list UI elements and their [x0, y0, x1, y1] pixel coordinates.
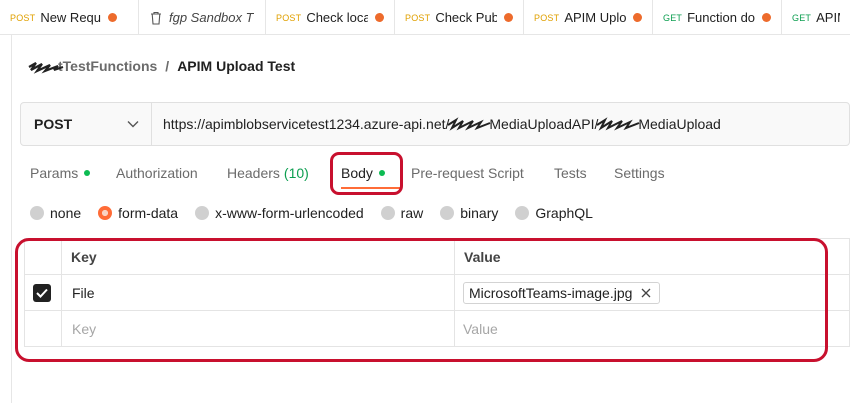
request-name[interactable]: APIM Upload Test [177, 58, 295, 74]
breadcrumb-separator: / [165, 58, 170, 74]
annotation-highlight-body [330, 152, 403, 195]
method-value: POST [34, 116, 73, 132]
url-input[interactable]: https://apimblobservicetest1234.azure-ap… [152, 103, 849, 145]
left-sidebar-edge [0, 0, 12, 403]
tab-apim-upload[interactable]: POST APIM Uplo [524, 0, 653, 34]
method-label: GET [663, 12, 683, 23]
method-label: POST [405, 12, 431, 23]
tab-pre-request-script[interactable]: Pre-request Script [411, 160, 554, 186]
body-type-selector: none form-data x-www-form-urlencoded raw… [30, 205, 610, 221]
tab-apim[interactable]: GET APIM [782, 0, 850, 34]
method-label: GET [792, 12, 812, 23]
tab-new-request[interactable]: POST New Requ [0, 0, 139, 34]
tab-title: Function do [687, 10, 755, 25]
tab-settings[interactable]: Settings [614, 160, 684, 186]
trash-icon [151, 11, 161, 25]
radio-circle [380, 206, 395, 220]
tab-title: New Requ [40, 10, 102, 25]
tab-authorization[interactable]: Authorization [116, 160, 227, 186]
request-url-bar: POST https://apimblobservicetest1234.azu… [20, 102, 850, 146]
redaction-scribble [28, 62, 64, 74]
unsaved-dot [108, 13, 118, 22]
tab-title: fgp Sandbox T [169, 10, 254, 25]
radio-circle [515, 206, 530, 220]
chevron-down-icon [127, 121, 139, 128]
radio-graphql[interactable]: GraphQL [515, 205, 593, 221]
tab-tests[interactable]: Tests [554, 160, 614, 186]
radio-form-data[interactable]: form-data [98, 205, 178, 221]
unsaved-dot [504, 13, 513, 22]
method-label: POST [534, 12, 560, 23]
radio-binary[interactable]: binary [440, 205, 498, 221]
tab-headers[interactable]: Headers (10) [227, 160, 341, 186]
breadcrumb: tTestFunctions / APIM Upload Test [28, 58, 295, 74]
redaction-scribble [447, 117, 491, 131]
tab-check-pub[interactable]: POST Check Pub [395, 0, 524, 34]
tab-function-download[interactable]: GET Function do [653, 0, 782, 34]
radio-raw[interactable]: raw [380, 205, 423, 221]
redaction-scribble [596, 117, 640, 131]
request-tab-bar: POST New Requ fgp Sandbox T POST Check l… [0, 0, 850, 35]
tab-title: Check Pub [435, 10, 497, 25]
unsaved-dot [633, 13, 642, 22]
active-dot [84, 170, 91, 176]
tab-check-location[interactable]: POST Check loca [266, 0, 395, 34]
unsaved-dot [762, 13, 771, 22]
radio-circle [195, 206, 210, 220]
tab-title: Check loca [306, 10, 368, 25]
tab-fgp-sandbox[interactable]: fgp Sandbox T [139, 0, 266, 34]
method-label: POST [10, 12, 36, 23]
annotation-highlight-table [15, 238, 828, 362]
radio-circle [440, 206, 455, 220]
tab-title: APIM Uplo [564, 10, 626, 25]
method-dropdown[interactable]: POST [21, 103, 152, 145]
breadcrumb-collection[interactable]: tTestFunctions [28, 58, 157, 74]
radio-circle [30, 206, 44, 220]
method-label: POST [276, 12, 302, 23]
radio-none[interactable]: none [30, 205, 81, 221]
unsaved-dot [375, 13, 384, 22]
radio-x-www-form-urlencoded[interactable]: x-www-form-urlencoded [195, 205, 364, 221]
tab-title: APIM [816, 10, 840, 25]
radio-circle-selected [98, 206, 113, 220]
tab-params[interactable]: Params [30, 160, 116, 186]
